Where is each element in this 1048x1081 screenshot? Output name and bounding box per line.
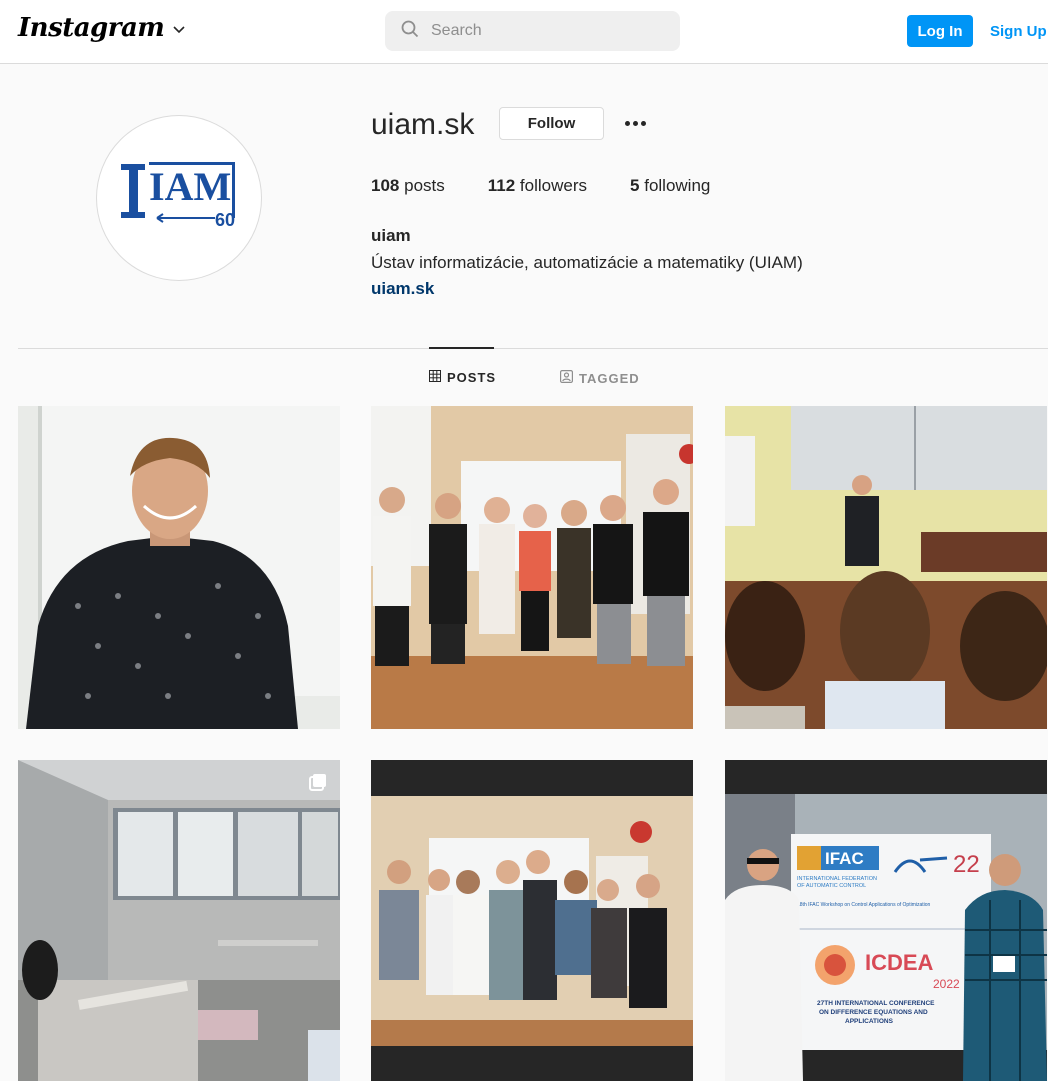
chevron-down-icon[interactable] <box>172 22 186 38</box>
follow-button[interactable]: Follow <box>499 107 604 140</box>
instagram-logo[interactable]: Instagram <box>18 13 165 43</box>
post-image <box>18 406 340 729</box>
svg-text:OF AUTOMATIC CONTROL: OF AUTOMATIC CONTROL <box>797 883 866 889</box>
post-image <box>371 406 693 729</box>
post-tile[interactable] <box>18 760 340 1081</box>
stat-followers[interactable]: 112 followers <box>488 176 587 196</box>
post-image <box>18 760 340 1081</box>
svg-text:22: 22 <box>953 851 980 878</box>
login-button[interactable]: Log In <box>907 15 973 47</box>
post-tile[interactable] <box>725 406 1047 729</box>
logo-badge: 60 <box>215 210 235 230</box>
search-icon <box>401 20 419 43</box>
svg-text:2022: 2022 <box>933 977 960 991</box>
carousel-icon <box>308 772 328 797</box>
ifac-text: IFAC <box>825 849 864 868</box>
post-image <box>725 406 1047 729</box>
signup-link[interactable]: Sign Up <box>990 23 1047 40</box>
profile-full-name: uiam <box>371 226 411 245</box>
search-box[interactable] <box>385 11 680 51</box>
svg-text:INTERNATIONAL FEDERATION: INTERNATIONAL FEDERATION <box>797 876 877 882</box>
post-tile[interactable] <box>371 406 693 729</box>
tab-tagged-label: TAGGED <box>579 370 640 386</box>
grid-icon <box>429 370 441 385</box>
profile-username: uiam.sk <box>371 108 475 141</box>
profile-website-link[interactable]: uiam.sk <box>371 279 434 299</box>
post-tile[interactable] <box>371 760 693 1081</box>
tab-posts-label: POSTS <box>447 370 497 385</box>
post-image: IFAC INTERNATIONAL FEDERATION OF AUTOMAT… <box>725 760 1047 1081</box>
tab-divider <box>18 348 1048 349</box>
active-tab-indicator <box>429 347 494 349</box>
tab-tagged[interactable]: TAGGED <box>560 370 640 386</box>
post-tile[interactable]: IFAC INTERNATIONAL FEDERATION OF AUTOMAT… <box>725 760 1047 1081</box>
uiam-logo: IAM 60 <box>121 162 235 230</box>
brand[interactable]: Instagram <box>18 13 186 43</box>
svg-text:18th IFAC Workshop on Control: 18th IFAC Workshop on Control Applicatio… <box>797 902 931 908</box>
svg-text:ICDEA: ICDEA <box>865 950 934 975</box>
tab-posts[interactable]: POSTS <box>429 370 496 385</box>
tag-icon <box>560 370 574 386</box>
profile-bio: Ústav informatizácie, automatizácie a ma… <box>371 253 803 272</box>
svg-text:ON DIFFERENCE EQUATIONS AND: ON DIFFERENCE EQUATIONS AND <box>819 1009 928 1016</box>
profile-avatar[interactable]: IAM 60 <box>96 115 262 281</box>
stat-following[interactable]: 5 following <box>630 176 710 196</box>
search-input[interactable] <box>431 22 651 40</box>
post-image <box>371 760 693 1081</box>
logo-text: IAM <box>149 164 231 209</box>
profile-stats: 108 posts 112 followers 5 following <box>371 176 753 196</box>
svg-text:APPLICATIONS: APPLICATIONS <box>845 1018 894 1025</box>
post-tile[interactable] <box>18 406 340 729</box>
svg-text:27TH INTERNATIONAL CONFERENCE: 27TH INTERNATIONAL CONFERENCE <box>817 1000 935 1007</box>
top-navbar: Instagram Log In Sign Up <box>0 0 1048 64</box>
more-options-icon[interactable] <box>620 108 650 138</box>
stat-posts[interactable]: 108 posts <box>371 176 445 196</box>
